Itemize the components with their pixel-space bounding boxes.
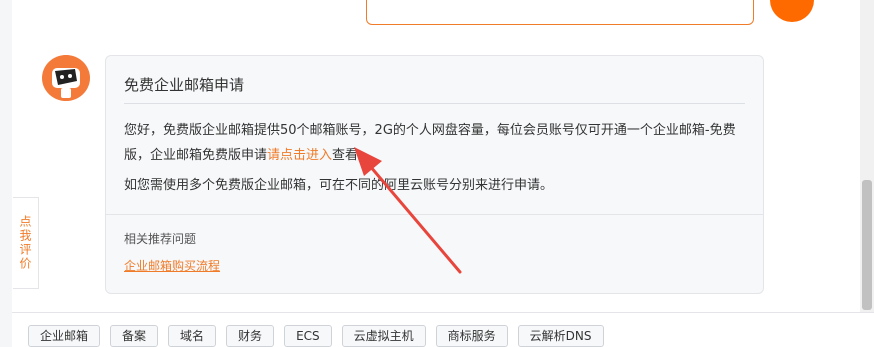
quick-tag[interactable]: 云虚拟主机: [341, 325, 426, 347]
section-divider: [106, 214, 763, 215]
user-message-bubble: [366, 0, 754, 25]
card-body: 您好，免费版企业邮箱提供50个邮箱账号，2G的个人网盘容量，每位会员账号仅可开通…: [124, 118, 745, 203]
scrollbar-thumb[interactable]: [862, 180, 872, 310]
quick-tag[interactable]: 云解析DNS: [517, 325, 604, 347]
rate-button[interactable]: 点我评价: [13, 197, 39, 289]
related-questions-label: 相关推荐问题: [124, 232, 197, 246]
paragraph-1: 您好，免费版企业邮箱提供50个邮箱账号，2G的个人网盘容量，每位会员账号仅可开通…: [124, 118, 745, 168]
title-divider: [124, 103, 745, 104]
enter-link[interactable]: 请点击进入: [267, 148, 332, 163]
quick-tag[interactable]: 企业邮箱: [28, 325, 101, 347]
quick-tag[interactable]: 备案: [110, 325, 159, 347]
quick-tag[interactable]: 域名: [168, 325, 217, 347]
related-question-link[interactable]: 企业邮箱购买流程: [124, 257, 220, 274]
card-title: 免费企业邮箱申请: [124, 76, 245, 94]
quick-tag[interactable]: 财务: [226, 325, 275, 347]
bot-message-card: 免费企业邮箱申请 您好，免费版企业邮箱提供50个邮箱账号，2G的个人网盘容量，每…: [105, 55, 764, 294]
paragraph-1-suffix: 查看。: [332, 148, 372, 163]
quick-tags: 企业邮箱 备案 域名 财务 ECS 云虚拟主机 商标服务 云解析DNS: [28, 325, 604, 347]
quick-tag[interactable]: 商标服务: [435, 325, 508, 347]
quick-tags-bar: 企业邮箱 备案 域名 财务 ECS 云虚拟主机 商标服务 云解析DNS: [12, 312, 874, 347]
paragraph-2: 如您需使用多个免费版企业邮箱，可在不同的阿里云账号分别来进行申请。: [124, 178, 554, 193]
robot-icon: [42, 55, 90, 101]
quick-tag[interactable]: ECS: [284, 325, 332, 347]
paragraph-1-text: 您好，免费版企业邮箱提供50个邮箱账号，2G的个人网盘容量，每位会员账号仅可开通…: [124, 123, 736, 163]
rate-button-label: 点我评价: [18, 215, 32, 271]
